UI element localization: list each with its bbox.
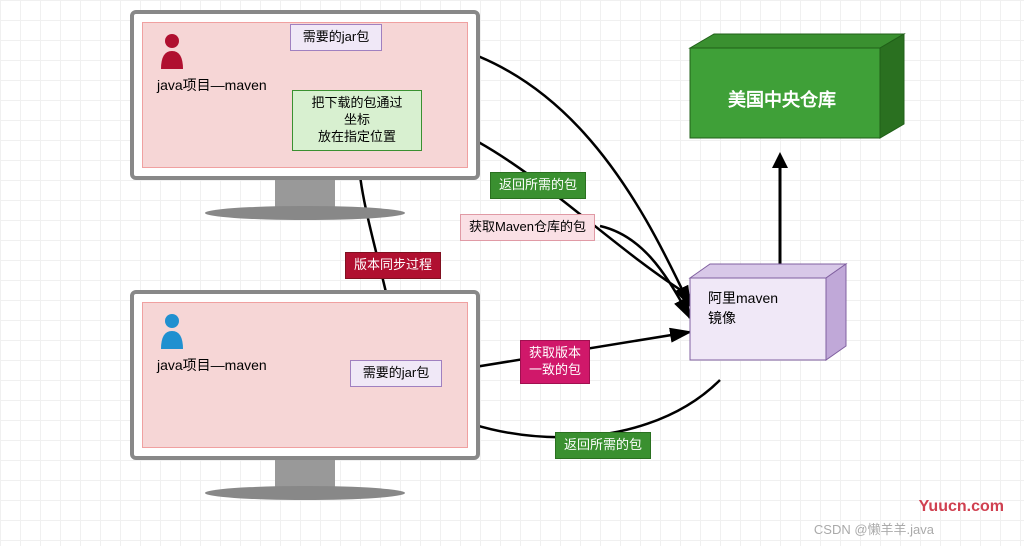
get-consistent-label: 获取版本 一致的包 xyxy=(520,340,590,384)
jar-box-top: 需要的jar包 xyxy=(290,24,382,51)
return-pkg-label-2: 返回所需的包 xyxy=(555,432,651,459)
download-box: 把下载的包通过 坐标 放在指定位置 xyxy=(292,90,422,151)
ali-mirror-label: 阿里maven 镜像 xyxy=(708,288,778,328)
monitor-stand-base xyxy=(205,206,405,220)
watermark-site: Yuucn.com xyxy=(919,498,1004,516)
project-label-bottom: java项目—maven xyxy=(157,355,267,375)
person-icon xyxy=(157,33,187,72)
ali-mirror-cube: 阿里maven 镜像 xyxy=(690,278,830,378)
monitor-stand-neck xyxy=(275,460,335,488)
monitor-stand-base xyxy=(205,486,405,500)
jar-box-bottom: 需要的jar包 xyxy=(350,360,442,387)
project-label-top: java项目—maven xyxy=(157,75,267,95)
monitor-stand-neck xyxy=(275,180,335,208)
return-pkg-label-1: 返回所需的包 xyxy=(490,172,586,199)
watermark-author: CSDN @懒羊羊.java xyxy=(814,519,934,538)
us-central-label: 美国中央仓库 xyxy=(728,86,836,112)
us-central-cube: 美国中央仓库 xyxy=(690,48,890,158)
person-icon xyxy=(157,313,187,352)
get-maven-repo-label: 获取Maven仓库的包 xyxy=(460,214,595,241)
version-sync-label: 版本同步过程 xyxy=(345,252,441,279)
